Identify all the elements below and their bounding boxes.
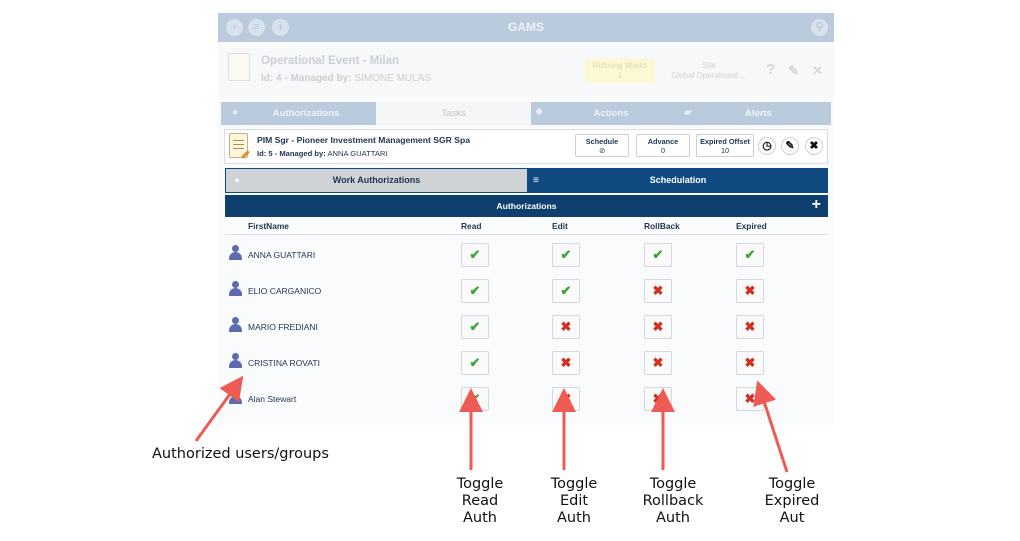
annotation-rollback-line2: Rollback <box>642 493 704 509</box>
annotation-users: Authorized users/groups <box>152 446 329 462</box>
annotation-read-line1: Toggle <box>456 476 504 492</box>
annotation-expired-line2: Expired <box>764 493 820 509</box>
annotation-edit: Toggle Edit Auth <box>534 476 614 527</box>
annotation-edit-line3: Auth <box>557 510 591 526</box>
annotation-expired: Toggle Expired Aut <box>752 476 832 527</box>
annotation-read: Toggle Read Auth <box>440 476 520 527</box>
arrow-users <box>194 375 244 442</box>
annotation-read-line3: Auth <box>463 510 497 526</box>
annotation-rollback-line3: Auth <box>656 510 690 526</box>
annotation-edit-line1: Toggle <box>550 476 598 492</box>
annotation-read-line2: Read <box>461 493 499 509</box>
annotation-expired-line1: Toggle <box>768 476 816 492</box>
arrow-expired <box>753 380 789 473</box>
annotation-edit-line2: Edit <box>559 493 589 509</box>
annotation-rollback-line1: Toggle <box>649 476 697 492</box>
annotation-expired-line3: Aut <box>779 510 805 526</box>
annotation-rollback: Toggle Rollback Auth <box>633 476 713 527</box>
